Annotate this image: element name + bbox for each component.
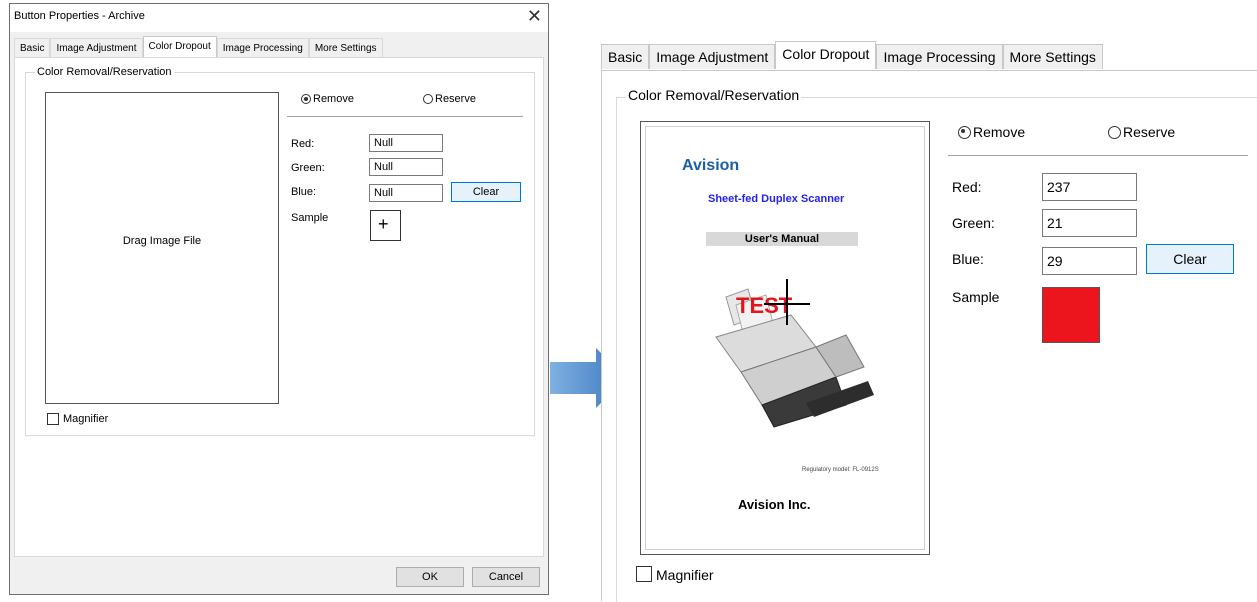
doc-brand: Avision — [682, 157, 740, 174]
zoomed-sample-label: Sample — [952, 289, 1000, 305]
image-drop-area[interactable]: Drag Image File — [45, 92, 279, 404]
zoomed-group-label: Color Removal/Reservation — [626, 87, 802, 103]
doc-subtitle: Sheet-fed Duplex Scanner — [708, 193, 845, 205]
red-input[interactable]: Null — [369, 134, 443, 152]
zoomed-tab-color-dropout[interactable]: Color Dropout — [775, 41, 877, 69]
test-red-text: TEST — [736, 293, 793, 318]
tab-color-dropout[interactable]: Color Dropout — [142, 36, 217, 58]
zoomed-tab-more-settings[interactable]: More Settings — [1002, 44, 1103, 69]
zoomed-remove-radio[interactable]: Remove — [958, 124, 1025, 140]
zoomed-tab-panel: Color Removal/Reservation Avision Sheet-… — [601, 70, 1257, 602]
blue-label: Blue: — [291, 186, 317, 198]
sample-label: Sample — [291, 212, 329, 224]
zoomed-image-preview[interactable]: Avision Sheet-fed Duplex Scanner User's … — [640, 121, 930, 555]
cancel-button[interactable]: Cancel — [472, 567, 540, 587]
zoomed-red-input[interactable]: 237 — [1042, 173, 1137, 201]
clear-button[interactable]: Clear — [451, 182, 521, 202]
zoomed-red-label: Red: — [952, 179, 982, 195]
ok-button[interactable]: OK — [396, 567, 464, 587]
zoomed-clear-button[interactable]: Clear — [1146, 244, 1234, 274]
remove-radio[interactable]: Remove — [301, 93, 354, 105]
doc-company: Avision Inc. — [738, 497, 811, 512]
tab-basic[interactable]: Basic — [14, 38, 51, 58]
magnifier-checkbox[interactable] — [47, 413, 59, 425]
document-page: Avision Sheet-fed Duplex Scanner User's … — [645, 126, 925, 550]
doc-regulatory: Regulatory model: FL-0912S — [802, 467, 879, 473]
crosshair-v — [786, 279, 788, 325]
zoomed-green-input[interactable]: 21 — [1042, 209, 1137, 237]
zoomed-divider — [948, 155, 1248, 156]
crosshair-icon: + — [378, 214, 389, 234]
zoomed-magnifier-label: Magnifier — [656, 567, 714, 583]
zoomed-reserve-radio[interactable]: Reserve — [1108, 124, 1175, 140]
tab-more-settings[interactable]: More Settings — [308, 38, 383, 58]
radio-empty-icon — [423, 94, 433, 104]
doc-manual-title: User's Manual — [706, 232, 858, 246]
green-input[interactable]: Null — [369, 158, 443, 176]
button-properties-dialog: Button Properties - Archive ✕ Basic Imag… — [9, 3, 549, 595]
reserve-label: Reserve — [435, 93, 476, 105]
group-label: Color Removal/Reservation — [35, 66, 174, 78]
magnifier-label: Magnifier — [63, 413, 109, 425]
close-icon[interactable]: ✕ — [527, 6, 542, 27]
reserve-radio[interactable]: Reserve — [423, 93, 476, 105]
tab-panel: Color Removal/Reservation Drag Image Fil… — [14, 57, 544, 557]
sample-swatch[interactable]: + — [370, 210, 401, 241]
blue-input[interactable]: Null — [369, 184, 443, 202]
zoomed-reserve-label: Reserve — [1123, 124, 1176, 140]
remove-label: Remove — [313, 93, 354, 105]
drop-area-text: Drag Image File — [122, 235, 202, 247]
zoomed-sample-swatch[interactable] — [1042, 287, 1100, 343]
tab-image-processing[interactable]: Image Processing — [216, 38, 309, 58]
dialog-title: Button Properties - Archive — [14, 10, 145, 22]
zoomed-blue-input[interactable]: 29 — [1042, 247, 1137, 275]
radio-empty-icon — [1108, 125, 1121, 139]
tab-image-adjustment[interactable]: Image Adjustment — [50, 38, 143, 58]
zoomed-tab-image-processing[interactable]: Image Processing — [876, 44, 1003, 69]
zoomed-magnifier-checkbox[interactable] — [636, 566, 652, 582]
red-label: Red: — [291, 138, 315, 150]
zoomed-tab-basic[interactable]: Basic — [601, 44, 650, 69]
green-label: Green: — [291, 162, 325, 174]
title-bar: Button Properties - Archive ✕ — [10, 4, 548, 32]
zoomed-remove-label: Remove — [973, 124, 1026, 140]
zoomed-tab-image-adjustment[interactable]: Image Adjustment — [649, 44, 776, 69]
radio-selected-icon — [301, 94, 311, 104]
radio-selected-icon — [958, 125, 971, 139]
zoomed-tab-bar: Basic Image Adjustment Color Dropout Ima… — [601, 41, 1103, 72]
zoomed-green-label: Green: — [952, 215, 995, 231]
divider — [287, 116, 523, 117]
zoomed-blue-label: Blue: — [952, 251, 984, 267]
